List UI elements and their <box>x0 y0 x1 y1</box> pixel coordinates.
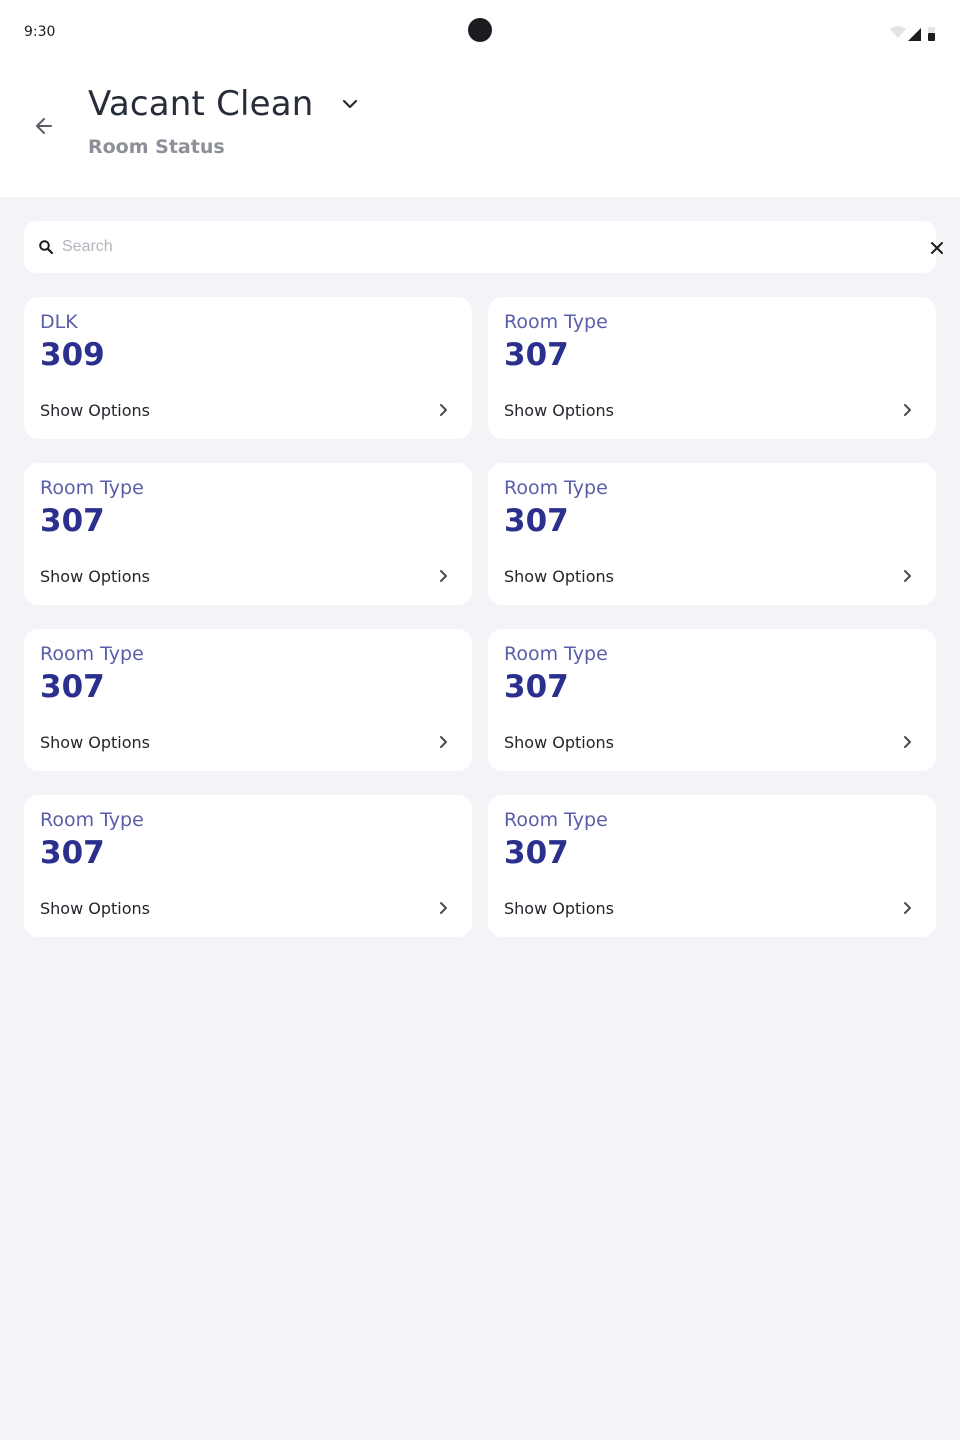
show-options-label: Show Options <box>504 567 614 586</box>
room-type: DLK <box>40 311 78 333</box>
arrow-left-icon <box>36 118 52 134</box>
chevron-right-icon <box>904 736 911 748</box>
system-icons <box>890 26 935 41</box>
chevron-down-icon <box>342 99 357 109</box>
room-number: 307 <box>504 835 569 871</box>
signal-icon <box>908 28 921 41</box>
chevron-right-icon <box>904 404 911 416</box>
page-header: Vacant Clean Room Status <box>0 64 960 197</box>
room-number: 307 <box>504 503 569 539</box>
close-icon <box>931 242 943 254</box>
camera-cutout <box>468 18 492 42</box>
show-options-label: Show Options <box>504 401 614 420</box>
search-bar <box>24 221 943 273</box>
room-card[interactable]: Room Type 307 Show Options <box>488 629 936 771</box>
show-options-label: Show Options <box>40 733 150 752</box>
chevron-right-icon <box>440 736 447 748</box>
page-title: Vacant Clean <box>88 84 314 124</box>
page-subtitle: Room Status <box>88 136 225 158</box>
room-type: Room Type <box>504 643 608 665</box>
room-number: 307 <box>40 835 105 871</box>
search-input[interactable] <box>62 233 882 261</box>
show-options-label: Show Options <box>504 899 614 918</box>
search-icon <box>39 240 54 255</box>
room-grid: DLK 309 Show Options Room Type 307 Show … <box>24 297 936 937</box>
wifi-icon <box>890 26 906 38</box>
room-card[interactable]: Room Type 307 Show Options <box>24 629 472 771</box>
room-type: Room Type <box>504 311 608 333</box>
room-number: 309 <box>40 337 105 373</box>
clear-search-button[interactable] <box>926 237 948 259</box>
show-options-label: Show Options <box>40 401 150 420</box>
room-number: 307 <box>40 503 105 539</box>
room-type: Room Type <box>40 809 144 831</box>
room-type: Room Type <box>40 643 144 665</box>
status-time: 9:30 <box>24 24 56 40</box>
room-card[interactable]: Room Type 307 Show Options <box>488 795 936 937</box>
chevron-right-icon <box>440 404 447 416</box>
room-type: Room Type <box>504 477 608 499</box>
room-number: 307 <box>504 669 569 705</box>
room-type: Room Type <box>40 477 144 499</box>
chevron-right-icon <box>440 902 447 914</box>
room-type: Room Type <box>504 809 608 831</box>
room-card[interactable]: DLK 309 Show Options <box>24 297 472 439</box>
back-button[interactable] <box>28 110 60 142</box>
room-card[interactable]: Room Type 307 Show Options <box>24 795 472 937</box>
show-options-label: Show Options <box>504 733 614 752</box>
room-card[interactable]: Room Type 307 Show Options <box>488 297 936 439</box>
chevron-right-icon <box>440 570 447 582</box>
room-card[interactable]: Room Type 307 Show Options <box>488 463 936 605</box>
show-options-label: Show Options <box>40 567 150 586</box>
room-number: 307 <box>504 337 569 373</box>
status-dropdown-button[interactable] <box>336 90 364 118</box>
room-number: 307 <box>40 669 105 705</box>
status-bar: 9:30 <box>0 0 960 64</box>
title-row: Vacant Clean <box>88 84 364 124</box>
room-card[interactable]: Room Type 307 Show Options <box>24 463 472 605</box>
chevron-right-icon <box>904 902 911 914</box>
show-options-label: Show Options <box>40 899 150 918</box>
chevron-right-icon <box>904 570 911 582</box>
